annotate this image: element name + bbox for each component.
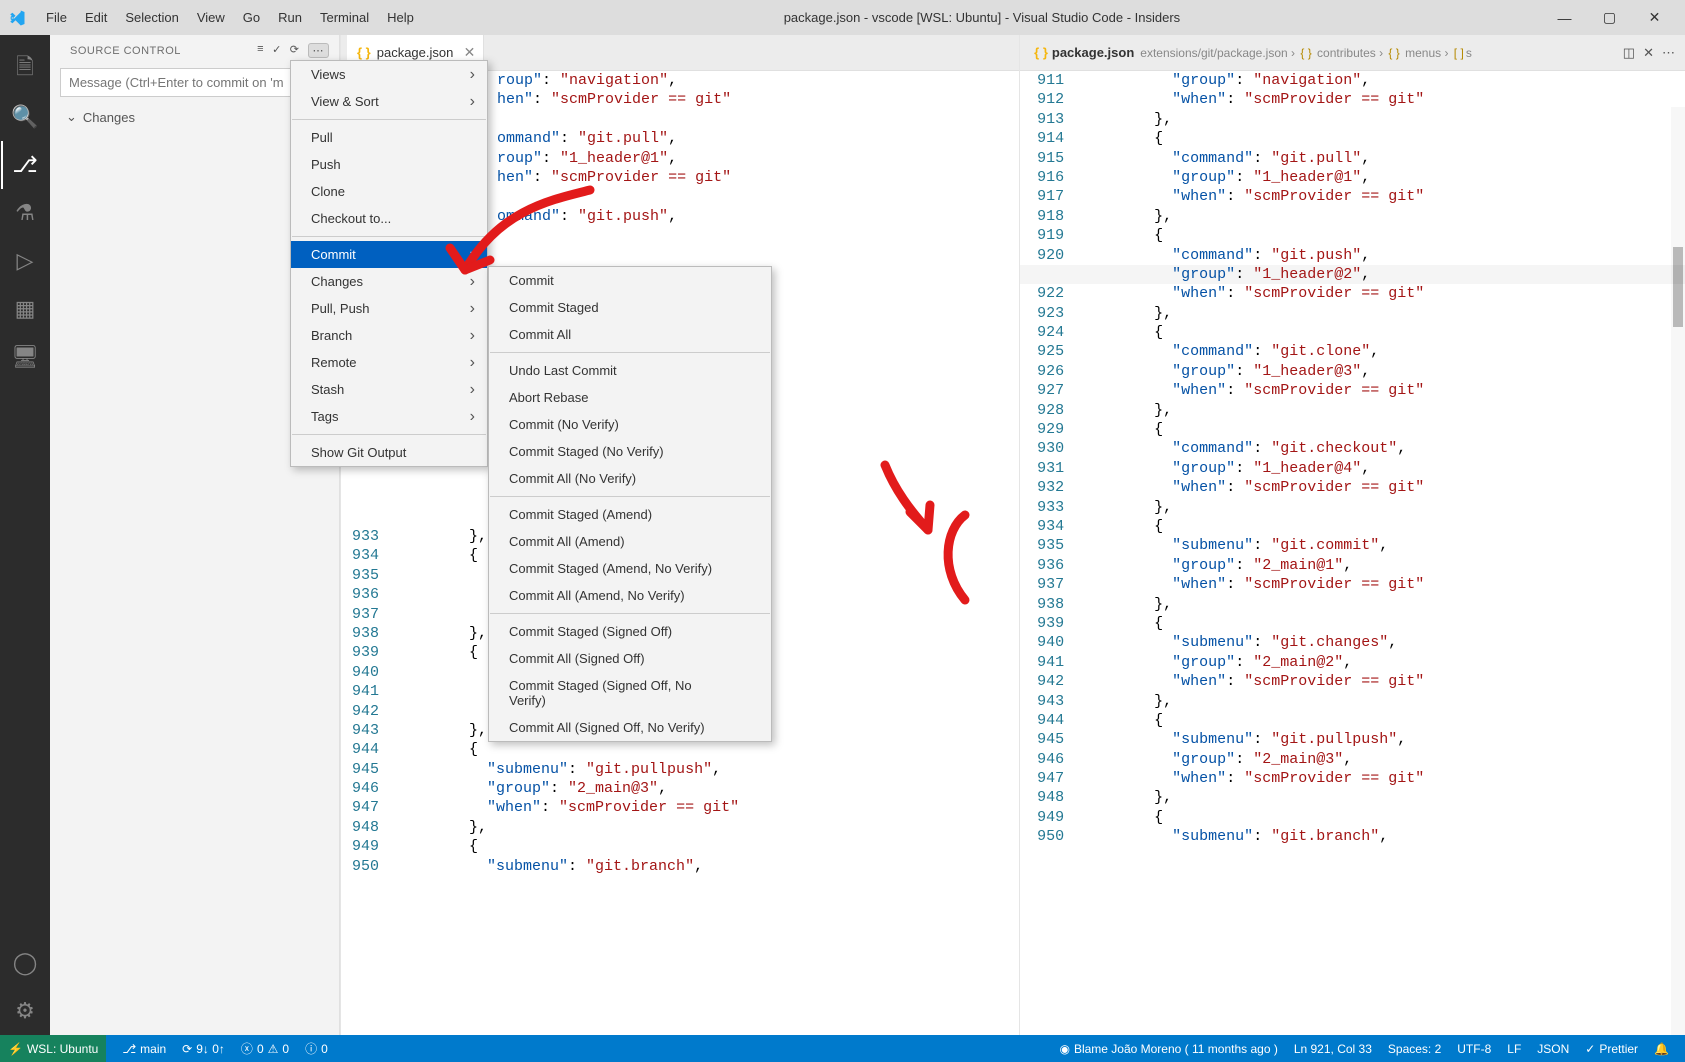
- window-title: package.json - vscode [WSL: Ubuntu] - Vi…: [422, 10, 1542, 25]
- menu-item-commit-staged-amend-[interactable]: Commit Staged (Amend): [489, 501, 771, 528]
- status-bar: ⚡WSL: Ubuntu ⎇main ⟳9↓ 0↑ ⓧ0⚠0 ⓘ0 ◉Blame…: [0, 1035, 1685, 1062]
- menu-item-commit-all-amend-no-verify-[interactable]: Commit All (Amend, No Verify): [489, 582, 771, 609]
- menu-item-commit[interactable]: Commit: [291, 241, 487, 268]
- spaces-indicator[interactable]: Spaces: 2: [1380, 1042, 1449, 1056]
- menu-file[interactable]: File: [38, 6, 75, 29]
- split-editor-icon[interactable]: ◫: [1623, 45, 1635, 61]
- git-blame[interactable]: ◉Blame João Moreno ( 11 months ago ): [1051, 1042, 1285, 1056]
- menu-edit[interactable]: Edit: [77, 6, 115, 29]
- refresh-icon[interactable]: ⟳: [290, 43, 300, 58]
- commit-message-input[interactable]: [60, 68, 329, 97]
- menu-item-show-git-output[interactable]: Show Git Output: [291, 439, 487, 466]
- menu-item-commit-staged-signed-off-no-verify-[interactable]: Commit Staged (Signed Off, No Verify): [489, 672, 771, 714]
- menu-item-pull[interactable]: Pull: [291, 124, 487, 151]
- close-window-button[interactable]: ✕: [1632, 3, 1677, 33]
- scm-commit-submenu: CommitCommit StagedCommit All Undo Last C…: [488, 266, 772, 742]
- tree-view-icon[interactable]: ≡: [257, 43, 264, 58]
- menu-item-stash[interactable]: Stash: [291, 376, 487, 403]
- menu-item-branch[interactable]: Branch: [291, 322, 487, 349]
- code-editor-right[interactable]: 9119129139149159169179189199209219229239…: [1020, 71, 1685, 1035]
- breadcrumb[interactable]: extensions/git/package.json › { } contri…: [1134, 46, 1472, 60]
- eol-indicator[interactable]: LF: [1499, 1042, 1529, 1056]
- menu-item-commit-all-amend-[interactable]: Commit All (Amend): [489, 528, 771, 555]
- menu-item-commit-no-verify-[interactable]: Commit (No Verify): [489, 411, 771, 438]
- menu-view[interactable]: View: [189, 6, 233, 29]
- remote-indicator[interactable]: ⚡WSL: Ubuntu: [0, 1035, 106, 1062]
- menu-selection[interactable]: Selection: [117, 6, 186, 29]
- menu-item-views[interactable]: Views: [291, 61, 487, 88]
- activity-settings-icon[interactable]: ⚙: [1, 987, 49, 1035]
- tab-package-json-right[interactable]: package.json: [1052, 45, 1134, 60]
- sidebar-title: SOURCE CONTROL: [70, 45, 181, 57]
- menu-item-commit-all-no-verify-[interactable]: Commit All (No Verify): [489, 465, 771, 492]
- menu-item-changes[interactable]: Changes: [291, 268, 487, 295]
- notifications-icon[interactable]: 🔔: [1646, 1042, 1677, 1056]
- menu-item-commit-staged-amend-no-verify-[interactable]: Commit Staged (Amend, No Verify): [489, 555, 771, 582]
- vscode-icon: [8, 9, 26, 27]
- menu-item-commit-staged-no-verify-[interactable]: Commit Staged (No Verify): [489, 438, 771, 465]
- menu-help[interactable]: Help: [379, 6, 422, 29]
- json-icon: { }: [1026, 45, 1052, 60]
- json-icon: { }: [357, 45, 371, 60]
- activity-explorer-icon[interactable]: 🗎: [1, 45, 49, 93]
- menu-bar: FileEditSelectionViewGoRunTerminalHelp: [38, 6, 422, 29]
- menu-item-view-sort[interactable]: View & Sort: [291, 88, 487, 115]
- activity-testing-icon[interactable]: ⚗: [1, 189, 49, 237]
- menu-item-undo-last-commit[interactable]: Undo Last Commit: [489, 357, 771, 384]
- encoding-indicator[interactable]: UTF-8: [1449, 1042, 1499, 1056]
- cursor-position[interactable]: Ln 921, Col 33: [1286, 1042, 1380, 1056]
- scm-more-menu: ViewsView & Sort PullPushCloneCheckout to…: [290, 60, 488, 467]
- sync-indicator[interactable]: ⟳9↓ 0↑: [174, 1042, 233, 1056]
- activity-scm-icon[interactable]: ⎇: [1, 141, 49, 189]
- minimize-button[interactable]: —: [1542, 3, 1587, 33]
- activity-account-icon[interactable]: ◯: [1, 939, 49, 987]
- activity-remote-icon[interactable]: 🖥: [1, 333, 49, 381]
- more-icon[interactable]: ⋯: [1662, 45, 1675, 61]
- menu-go[interactable]: Go: [235, 6, 268, 29]
- more-actions-icon[interactable]: ⋯: [308, 43, 330, 58]
- chevron-down-icon: ⌄: [66, 109, 77, 125]
- menu-item-commit-staged[interactable]: Commit Staged: [489, 294, 771, 321]
- activity-debug-icon[interactable]: ▷: [1, 237, 49, 285]
- language-indicator[interactable]: JSON: [1529, 1042, 1577, 1056]
- scrollbar-vertical[interactable]: [1671, 107, 1685, 1035]
- prettier-indicator[interactable]: ✓Prettier: [1577, 1042, 1646, 1056]
- menu-item-abort-rebase[interactable]: Abort Rebase: [489, 384, 771, 411]
- menu-terminal[interactable]: Terminal: [312, 6, 377, 29]
- problems-indicator[interactable]: ⓧ0⚠0: [233, 1040, 297, 1057]
- close-tab-icon[interactable]: ✕: [1643, 45, 1654, 61]
- menu-item-clone[interactable]: Clone: [291, 178, 487, 205]
- menu-item-commit-all-signed-off-no-verify-[interactable]: Commit All (Signed Off, No Verify): [489, 714, 771, 741]
- close-tab-icon[interactable]: ✕: [464, 44, 476, 61]
- ports-indicator[interactable]: ⓘ0: [297, 1040, 336, 1057]
- menu-item-commit-staged-signed-off-[interactable]: Commit Staged (Signed Off): [489, 618, 771, 645]
- activity-search-icon[interactable]: 🔍: [1, 93, 49, 141]
- menu-item-remote[interactable]: Remote: [291, 349, 487, 376]
- maximize-button[interactable]: ▢: [1587, 3, 1632, 33]
- menu-run[interactable]: Run: [270, 6, 310, 29]
- menu-item-checkout-to-[interactable]: Checkout to...: [291, 205, 487, 232]
- commit-check-icon[interactable]: ✓: [272, 43, 282, 58]
- menu-item-pull-push[interactable]: Pull, Push: [291, 295, 487, 322]
- menu-item-commit[interactable]: Commit: [489, 267, 771, 294]
- activity-bar: 🗎 🔍 ⎇ ⚗ ▷ ▦ 🖥 ◯ ⚙: [0, 35, 50, 1035]
- menu-item-tags[interactable]: Tags: [291, 403, 487, 430]
- menu-item-commit-all[interactable]: Commit All: [489, 321, 771, 348]
- activity-extensions-icon[interactable]: ▦: [1, 285, 49, 333]
- branch-indicator[interactable]: ⎇main: [114, 1042, 174, 1056]
- title-bar: FileEditSelectionViewGoRunTerminalHelp p…: [0, 0, 1685, 35]
- menu-item-commit-all-signed-off-[interactable]: Commit All (Signed Off): [489, 645, 771, 672]
- editor-tabs-right: { } package.json extensions/git/package.…: [1020, 35, 1685, 71]
- menu-item-push[interactable]: Push: [291, 151, 487, 178]
